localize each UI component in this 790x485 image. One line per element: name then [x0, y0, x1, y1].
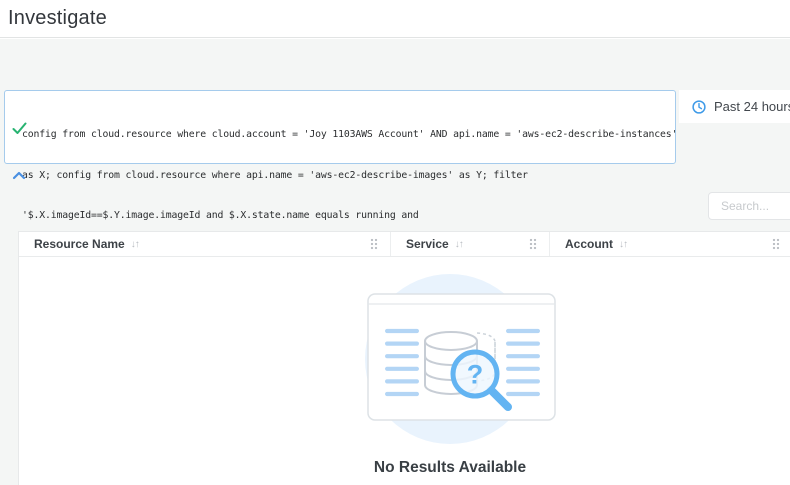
table-header-row: Resource Name ↓↑ Service ↓↑ Account ↓↑ [19, 232, 790, 257]
database-search-illustration: ? [348, 273, 568, 485]
clock-icon [692, 99, 706, 114]
drag-handle-icon[interactable] [370, 238, 378, 250]
sort-arrows-icon[interactable]: ↓↑ [455, 239, 464, 250]
sort-arrows-icon[interactable]: ↓↑ [131, 239, 140, 250]
query-line: as X; config from cloud.resource where a… [22, 169, 528, 181]
drag-handle-icon[interactable] [772, 238, 780, 250]
empty-state-message: No Results Available [373, 459, 527, 476]
column-label: Service [406, 237, 449, 251]
svg-text:?: ? [467, 360, 484, 390]
query-line: config from cloud.resource where cloud.a… [22, 129, 678, 140]
time-range-filter[interactable]: Past 24 hours [679, 90, 790, 123]
search-input[interactable] [708, 192, 790, 220]
column-label: Account [565, 237, 613, 251]
query-editor[interactable]: config from cloud.resource where cloud.a… [4, 90, 678, 262]
column-header-account[interactable]: Account ↓↑ [550, 232, 790, 256]
investigate-main: config from cloud.resource where cloud.a… [0, 39, 790, 485]
sort-arrows-icon[interactable]: ↓↑ [619, 239, 628, 250]
column-label: Resource Name [34, 237, 125, 251]
time-range-label: Past 24 hours [714, 99, 790, 114]
column-header-resource-name[interactable]: Resource Name ↓↑ [19, 232, 391, 256]
drag-handle-icon[interactable] [529, 238, 537, 250]
column-header-service[interactable]: Service ↓↑ [391, 232, 550, 256]
chevron-up-icon[interactable] [12, 167, 26, 180]
query-line: '$.X.imageId==$.Y.image.imageId and $.X.… [22, 210, 419, 221]
page-header: Investigate [0, 0, 790, 38]
page-title: Investigate [8, 7, 107, 29]
